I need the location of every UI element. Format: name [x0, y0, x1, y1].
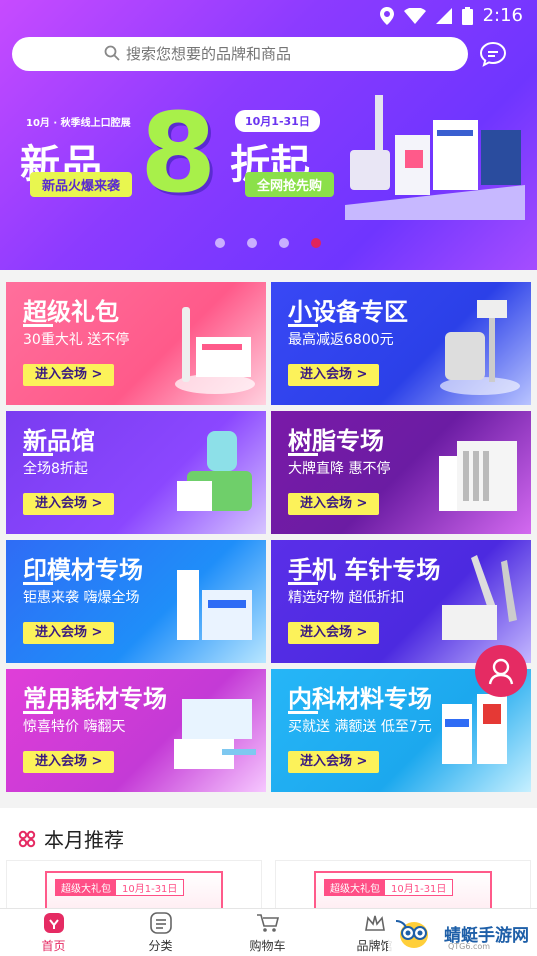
enter-venue-button[interactable]: 进入会场 >: [288, 364, 380, 386]
flower-icon: [18, 830, 36, 847]
card-divider: [288, 453, 318, 456]
card-subtitle: 钜惠来袭 嗨爆全场: [23, 590, 140, 606]
product-image: [439, 441, 517, 511]
message-icon[interactable]: [479, 40, 507, 68]
tab-label: 首页: [41, 938, 66, 953]
dental-products-image: [345, 95, 525, 220]
customer-service-button[interactable]: [475, 645, 527, 697]
card-title: 手机 车针专场: [288, 556, 441, 584]
brand-icon: [364, 915, 385, 931]
enter-venue-button[interactable]: 进入会场 >: [23, 622, 115, 644]
product-image: [442, 555, 517, 640]
watermark-logo: 蜻蜓手游网 QTG6.com: [388, 910, 537, 956]
product-image: [175, 307, 255, 394]
monthly-recommend-section: 本月推荐 超级大礼包 10月1-31日 超级大礼包 10月1-31日: [0, 808, 537, 921]
venue-card-small-device[interactable]: 小设备专区 最高减返6800元 进入会场 >: [271, 282, 531, 405]
card-divider: [288, 582, 318, 585]
card-divider: [23, 711, 53, 714]
promo-tag-right: 全网抢先购: [245, 172, 335, 197]
enter-venue-button[interactable]: 进入会场 >: [288, 493, 380, 515]
carousel-dot[interactable]: [279, 238, 289, 248]
promo-date-badge: 10月1-31日: [235, 110, 320, 132]
watermark-subtext: QTG6.com: [448, 942, 491, 951]
carousel-dot[interactable]: [215, 238, 225, 248]
card-title: 新品馆: [23, 427, 95, 455]
recommend-badge: 超级大礼包: [324, 879, 386, 896]
promo-tag-left: 新品火爆来袭: [30, 172, 133, 197]
section-header: 本月推荐: [18, 824, 124, 853]
enter-venue-button[interactable]: 进入会场 >: [288, 622, 380, 644]
wifi-icon: [403, 7, 426, 24]
product-image: [174, 699, 256, 769]
cart-icon: [256, 913, 279, 932]
recommend-badge: 超级大礼包: [55, 879, 117, 896]
signal-icon: [435, 7, 452, 24]
status-bar: 2:16: [0, 0, 537, 32]
product-image: [177, 570, 252, 640]
card-title: 树脂专场: [288, 427, 384, 455]
card-divider: [288, 711, 318, 714]
card-title: 常用耗材专场: [23, 685, 167, 713]
enter-venue-button[interactable]: 进入会场 >: [23, 751, 115, 773]
tab-category[interactable]: 分类: [107, 909, 214, 956]
card-title: 超级礼包: [23, 298, 119, 326]
search-icon: [104, 45, 120, 61]
home-icon: [43, 912, 64, 933]
card-subtitle: 全场8折起: [23, 461, 88, 477]
venue-card-handpiece[interactable]: 手机 车针专场 精选好物 超低折扣 进入会场 >: [271, 540, 531, 663]
card-divider: [288, 324, 318, 327]
section-title: 本月推荐: [44, 828, 124, 852]
tab-home[interactable]: 首页: [0, 909, 107, 956]
carousel-indicator: [215, 238, 321, 248]
tab-label: 购物车: [249, 938, 286, 953]
card-subtitle: 大牌直降 惠不停: [288, 461, 391, 477]
promo-banner[interactable]: 2:16 10月 · 秋季线上口腔展 新品 8 折起 10月1-31日 新品火爆…: [0, 0, 537, 270]
product-image: [177, 431, 252, 511]
venue-card-new-products[interactable]: 新品馆 全场8折起 进入会场 >: [6, 411, 266, 534]
carousel-dot-active[interactable]: [311, 238, 321, 248]
status-time: 2:16: [482, 5, 523, 26]
card-title: 内科材料专场: [288, 685, 432, 713]
recommend-date: 10月1-31日: [384, 879, 454, 896]
enter-venue-button[interactable]: 进入会场 >: [288, 751, 380, 773]
card-divider: [23, 324, 53, 327]
venue-card-impression[interactable]: 印模材专场 钜惠来袭 嗨爆全场 进入会场 >: [6, 540, 266, 663]
enter-venue-button[interactable]: 进入会场 >: [23, 493, 115, 515]
card-subtitle: 最高减返6800元: [288, 332, 394, 348]
search-input[interactable]: [126, 45, 426, 63]
card-subtitle: 惊喜特价 嗨翻天: [23, 719, 126, 735]
card-divider: [23, 453, 53, 456]
card-subtitle: 30重大礼 送不停: [23, 332, 130, 348]
venue-card-consumables[interactable]: 常用耗材专场 惊喜特价 嗨翻天 进入会场 >: [6, 669, 266, 792]
search-bar[interactable]: [12, 37, 468, 71]
card-title: 印模材专场: [23, 556, 143, 584]
promo-text-block: 10月 · 秋季线上口腔展 新品 8 折起 10月1-31日 新品火爆来袭 全网…: [20, 98, 350, 220]
support-agent-icon: [488, 658, 514, 685]
promo-small-text: 10月 · 秋季线上口腔展: [26, 118, 131, 129]
location-icon: [379, 6, 394, 25]
venue-card-resin[interactable]: 树脂专场 大牌直降 惠不停 进入会场 >: [271, 411, 531, 534]
product-image: [440, 300, 520, 395]
tab-cart[interactable]: 购物车: [214, 909, 321, 956]
category-icon: [149, 911, 172, 934]
venue-card-gift-pack[interactable]: 超级礼包 30重大礼 送不停 进入会场 >: [6, 282, 266, 405]
card-divider: [23, 582, 53, 585]
tab-label: 分类: [148, 938, 173, 953]
enter-venue-button[interactable]: 进入会场 >: [23, 364, 115, 386]
battery-icon: [461, 6, 473, 25]
card-subtitle: 买就送 满额送 低至7元: [288, 719, 432, 735]
card-subtitle: 精选好物 超低折扣: [288, 590, 405, 606]
carousel-dot[interactable]: [247, 238, 257, 248]
promo-big-number: 8: [140, 89, 217, 217]
venue-grid: 超级礼包 30重大礼 送不停 进入会场 > 小设备专区 最高减返6800元 进入…: [6, 282, 531, 792]
recommend-date: 10月1-31日: [115, 879, 185, 896]
card-title: 小设备专区: [288, 298, 408, 326]
dragonfly-mascot-icon: [395, 920, 428, 948]
